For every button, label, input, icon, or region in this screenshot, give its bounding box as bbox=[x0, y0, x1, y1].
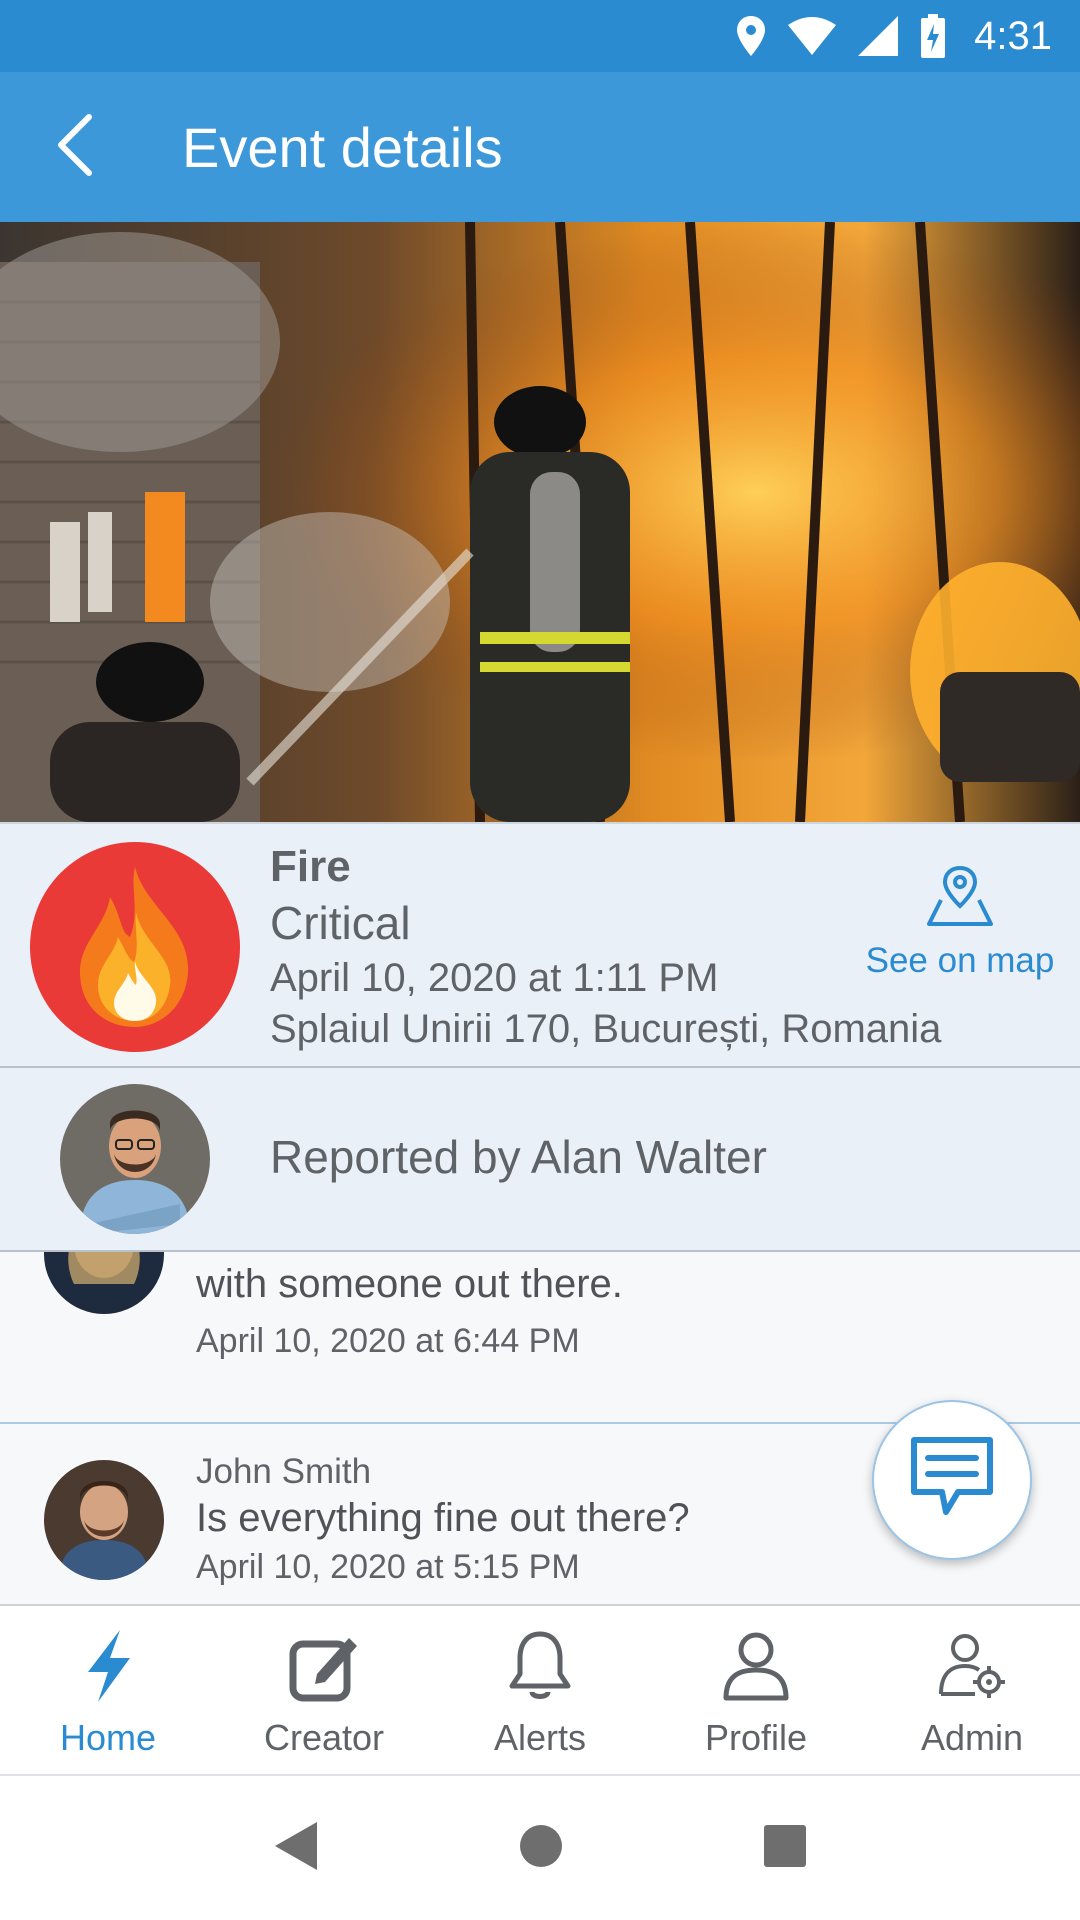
chat-icon bbox=[906, 1432, 998, 1529]
chevron-left-icon bbox=[55, 113, 95, 182]
list-item: with someone out there. April 10, 2020 a… bbox=[0, 1252, 1080, 1424]
reporter-avatar bbox=[60, 1084, 210, 1234]
location-icon bbox=[736, 16, 766, 56]
status-time: 4:31 bbox=[974, 13, 1052, 58]
person-icon bbox=[721, 1630, 791, 1707]
comment-body: Is everything fine out there? bbox=[196, 1496, 690, 1540]
see-on-map-label: See on map bbox=[865, 941, 1055, 980]
comment-avatar bbox=[44, 1252, 164, 1314]
comment-time: April 10, 2020 at 5:15 PM bbox=[196, 1548, 580, 1586]
reporter-text: Reported by Alan Walter bbox=[270, 1131, 767, 1183]
back-button[interactable] bbox=[0, 72, 150, 222]
add-comment-button[interactable] bbox=[872, 1400, 1032, 1560]
event-text: Fire Critical April 10, 2020 at 1:11 PM … bbox=[270, 840, 941, 1054]
status-bar: 4:31 bbox=[0, 0, 1080, 72]
bolt-icon bbox=[80, 1630, 136, 1707]
nav-home[interactable]: Home bbox=[0, 1606, 216, 1774]
see-on-map-button[interactable]: See on map bbox=[860, 864, 1060, 981]
system-recents-icon[interactable] bbox=[763, 1824, 807, 1873]
nav-label: Profile bbox=[704, 1717, 808, 1758]
event-photo bbox=[0, 222, 1080, 822]
app-bar: Event details bbox=[0, 72, 1080, 222]
reporter-row[interactable]: Reported by Alan Walter bbox=[0, 1068, 1080, 1252]
system-home-icon[interactable] bbox=[519, 1824, 563, 1873]
nav-label: Creator bbox=[263, 1717, 385, 1758]
signal-icon bbox=[858, 16, 899, 56]
nav-creator[interactable]: Creator bbox=[216, 1606, 432, 1774]
battery-icon bbox=[920, 14, 946, 58]
system-navigation-bar bbox=[0, 1776, 1080, 1920]
screen: 4:31 Event details Fire Critical April 1… bbox=[0, 0, 1080, 1920]
nav-admin[interactable]: Admin bbox=[864, 1606, 1080, 1774]
wifi-icon bbox=[788, 17, 837, 55]
map-pin-icon bbox=[925, 865, 995, 932]
comment-time: April 10, 2020 at 6:44 PM bbox=[196, 1322, 580, 1360]
system-back-icon[interactable] bbox=[273, 1820, 319, 1877]
edit-icon bbox=[287, 1630, 361, 1707]
nav-alerts[interactable]: Alerts bbox=[432, 1606, 648, 1774]
event-severity: Critical bbox=[270, 897, 411, 949]
event-info-card: Fire Critical April 10, 2020 at 1:11 PM … bbox=[0, 822, 1080, 1068]
comment-author: John Smith bbox=[196, 1452, 372, 1491]
nav-profile[interactable]: Profile bbox=[648, 1606, 864, 1774]
nav-label: Alerts bbox=[493, 1717, 587, 1758]
nav-label: Admin bbox=[920, 1717, 1024, 1758]
comment-avatar bbox=[44, 1460, 164, 1580]
bottom-navigation: Home Creator Alerts Profile Admin bbox=[0, 1604, 1080, 1776]
page-title: Event details bbox=[182, 115, 503, 179]
nav-label: Home bbox=[59, 1717, 157, 1758]
status-icons: 4:31 bbox=[736, 14, 1052, 59]
fire-icon bbox=[30, 842, 240, 1052]
bell-icon bbox=[507, 1630, 573, 1707]
event-date: April 10, 2020 at 1:11 PM bbox=[270, 956, 719, 1000]
event-address: Splaiul Unirii 170, București, Romania bbox=[270, 1007, 942, 1051]
comment-body: with someone out there. bbox=[196, 1262, 623, 1306]
event-type: Fire bbox=[270, 842, 351, 891]
admin-icon bbox=[937, 1630, 1007, 1707]
